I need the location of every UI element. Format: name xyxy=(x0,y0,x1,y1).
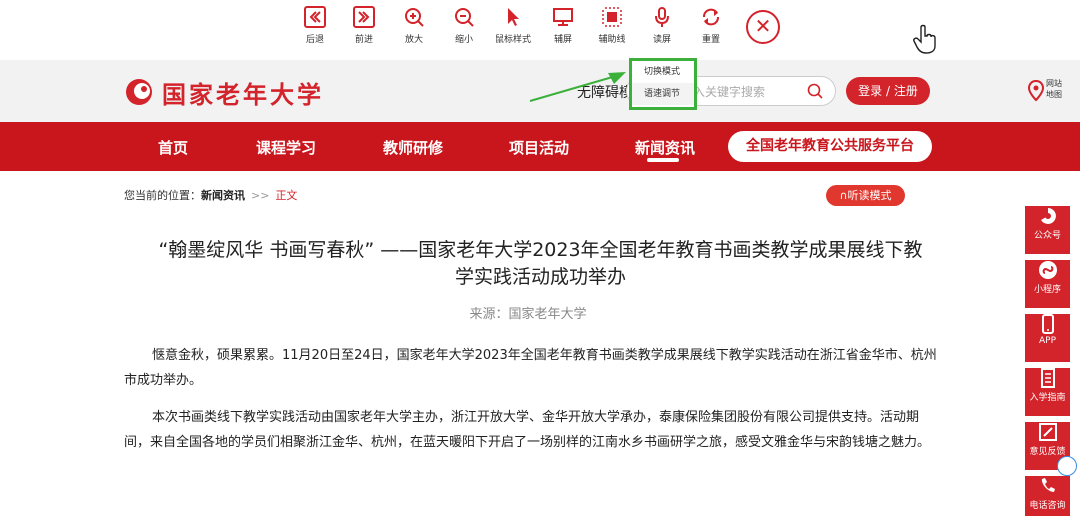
nav-active-indicator xyxy=(647,158,679,162)
breadcrumb: 您当前的位置：新闻资讯 >> 正文 xyxy=(124,187,297,203)
site-map-link[interactable]: 网站地图 xyxy=(1046,78,1066,100)
wechat-icon xyxy=(1040,208,1056,224)
sidebar-item-admission-guide[interactable]: 入学指南 xyxy=(1025,368,1070,416)
toolbar-forward-label: 前进 xyxy=(354,35,373,45)
toolbar-screen-button[interactable]: 辅屏 xyxy=(541,6,585,54)
toolbar-read-screen-button[interactable]: 读屏 xyxy=(640,6,684,54)
nav-item-home[interactable]: 首页 xyxy=(158,137,188,158)
green-pointer-arrow xyxy=(529,72,626,102)
toolbar-zoom-in-button[interactable]: 放大 xyxy=(392,6,436,54)
toolbar-zoom-out-button[interactable]: 缩小 xyxy=(442,6,486,54)
public-service-platform-button[interactable]: 全国老年教育公共服务平台 xyxy=(728,131,932,162)
login-register-button[interactable]: 登录 / 注册 xyxy=(846,77,930,105)
toolbar-guide-line-label: 辅助线 xyxy=(598,35,626,45)
sidebar-item-mini-program[interactable]: 小程序 xyxy=(1025,260,1070,308)
article-paragraph: 本次书画类线下教学实践活动由国家老年大学主办，浙江开放大学、金华开放大学承办，泰… xyxy=(124,410,931,450)
breadcrumb-current: 正文 xyxy=(275,189,298,202)
mini-program-icon xyxy=(1038,261,1057,279)
article-source: 来源：国家老年大学 xyxy=(469,307,587,322)
toolbar-cursor-label: 鼠标样式 xyxy=(494,35,531,45)
microphone-icon xyxy=(655,7,669,27)
toolbar-cursor-button[interactable]: 鼠标样式 xyxy=(491,6,535,54)
sidebar-label: 意见反馈 xyxy=(1029,447,1066,457)
zoom-in-icon xyxy=(405,8,424,27)
document-icon xyxy=(1040,368,1055,388)
back-icon xyxy=(304,6,326,28)
nav-item-projects[interactable]: 项目活动 xyxy=(509,137,569,158)
search-input[interactable] xyxy=(681,83,801,101)
toolbar-back-button[interactable]: 后退 xyxy=(293,6,337,54)
site-logo-text[interactable]: 国家老年大学 xyxy=(162,75,324,110)
toolbar-zoom-out-label: 缩小 xyxy=(454,35,473,45)
speech-speed-menu-item[interactable]: 语速调节 xyxy=(632,83,694,105)
crosshair-icon xyxy=(602,7,622,27)
location-pin-icon[interactable] xyxy=(1027,80,1045,102)
nav-item-news[interactable]: 新闻资讯 xyxy=(635,137,695,158)
sidebar-label: 电话咨询 xyxy=(1029,501,1066,511)
search-icon[interactable] xyxy=(807,83,823,99)
sidebar-item-app[interactable]: APP xyxy=(1025,314,1070,362)
sidebar-label: 入学指南 xyxy=(1029,393,1066,403)
sidebar-item-phone-consult[interactable]: 电话咨询 xyxy=(1025,476,1070,516)
zoom-out-icon xyxy=(455,8,474,27)
read-screen-popup-menu: 切换模式 语速调节 xyxy=(629,58,697,110)
toolbar-reset-label: 重置 xyxy=(701,35,720,45)
screen-icon xyxy=(553,8,573,26)
article-paragraph: 惬意金秋，硕果累累。11月20日至24日，国家老年大学2023年全国老年教育书画… xyxy=(124,348,937,388)
article-title-line-1: “翰墨绽风华 书画写春秋” ——国家老年大学2023年全国老年教育书画类教学成果… xyxy=(158,239,923,261)
sidebar-label: APP xyxy=(1038,336,1056,346)
main-nav: 首页 课程学习 教师研修 项目活动 新闻资讯 全国老年教育公共服务平台 xyxy=(0,122,1080,171)
edit-icon xyxy=(1038,423,1057,441)
nav-item-courses[interactable]: 课程学习 xyxy=(256,137,316,158)
toolbar-zoom-in-label: 放大 xyxy=(404,35,423,45)
breadcrumb-prefix: 您当前的位置： xyxy=(124,189,201,202)
forward-icon xyxy=(353,6,375,28)
close-icon: ✕ xyxy=(754,14,772,38)
hand-pointer-icon xyxy=(913,24,936,54)
sidebar-item-wechat[interactable]: 公众号 xyxy=(1025,206,1070,254)
floating-assistant-icon[interactable] xyxy=(1057,456,1077,476)
article-title: “翰墨绽风华 书画写春秋” ——国家老年大学2023年全国老年教育书画类教学成果… xyxy=(118,237,963,291)
toolbar-reset-button[interactable]: 重置 xyxy=(689,6,733,54)
toolbar-guide-line-button[interactable]: 辅助线 xyxy=(590,6,634,54)
close-toolbar-button[interactable]: ✕ xyxy=(746,10,780,44)
logo-mark-icon xyxy=(126,79,152,105)
toolbar-forward-button[interactable]: 前进 xyxy=(342,6,386,54)
article-title-line-2: 学实践活动成功举办 xyxy=(454,266,626,288)
breadcrumb-section[interactable]: 新闻资讯 xyxy=(201,189,245,202)
phone-icon xyxy=(1041,314,1054,334)
listen-mode-button[interactable]: ∩听读模式 xyxy=(826,185,905,206)
toolbar-read-screen-label: 读屏 xyxy=(652,35,671,45)
sidebar-label: 小程序 xyxy=(1033,285,1061,295)
breadcrumb-separator: >> xyxy=(251,189,270,202)
toolbar-back-label: 后退 xyxy=(305,35,324,45)
telephone-icon xyxy=(1041,478,1055,492)
sidebar-label: 公众号 xyxy=(1033,231,1061,241)
cursor-icon xyxy=(508,8,519,26)
toolbar-screen-label: 辅屏 xyxy=(553,35,572,45)
switch-mode-menu-item[interactable]: 切换模式 xyxy=(632,61,694,83)
reset-icon xyxy=(703,8,719,26)
nav-item-teacher-training[interactable]: 教师研修 xyxy=(383,137,443,158)
